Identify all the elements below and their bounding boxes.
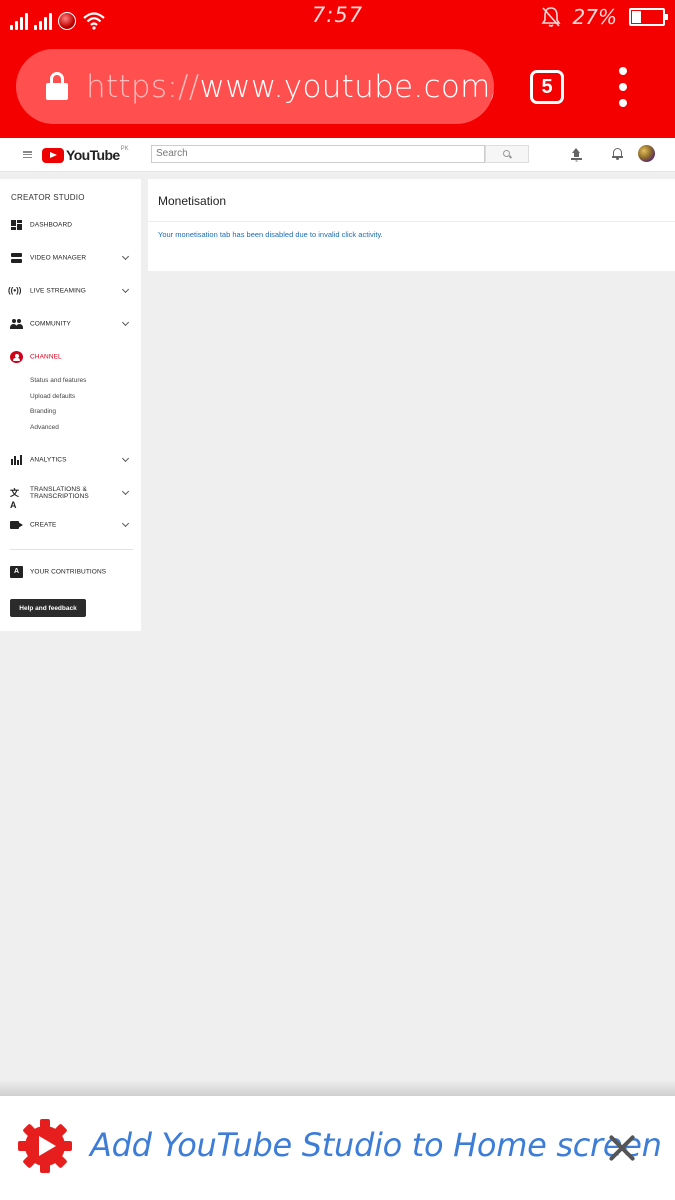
- sidebar-item-live-streaming[interactable]: ((•)) LIVE STREAMING: [0, 281, 141, 301]
- sidebar-item-label: YOUR CONTRIBUTIONS: [30, 568, 107, 576]
- url-host-path: www.youtube.com/acco: [199, 68, 494, 105]
- creator-studio-sidebar: CREATOR STUDIO DASHBOARD VIDEO MANAGER (…: [0, 179, 141, 631]
- account-avatar[interactable]: [638, 145, 655, 162]
- sidebar-item-label: ANALYTICS: [30, 456, 67, 464]
- sidebar-item-label: DASHBOARD: [30, 221, 73, 229]
- chevron-down-icon[interactable]: [121, 252, 130, 261]
- sidebar-item-create[interactable]: CREATE: [0, 515, 141, 535]
- hamburger-menu-icon[interactable]: [23, 151, 32, 158]
- sidebar-item-label: TRANSLATIONS & TRANSCRIPTIONS: [30, 486, 89, 500]
- live-streaming-icon: ((•)): [8, 286, 22, 295]
- monetisation-card: Monetisation Your monetisation tab has b…: [148, 179, 675, 271]
- sidebar-item-community[interactable]: COMMUNITY: [0, 314, 141, 334]
- sidebar-item-your-contributions[interactable]: A YOUR CONTRIBUTIONS: [0, 562, 141, 582]
- search-button[interactable]: [485, 145, 529, 163]
- search-icon: [503, 150, 511, 158]
- help-and-feedback-button[interactable]: Help and feedback: [10, 599, 86, 617]
- status-icons-right: 27%: [541, 5, 668, 29]
- screen: 7:57 27% https://www.youtube.com/acco 5: [0, 0, 675, 1200]
- address-bar[interactable]: https://www.youtube.com/acco: [16, 49, 494, 124]
- lock-icon[interactable]: [46, 71, 68, 102]
- card-divider: [148, 221, 675, 222]
- sidebar-item-label-line1: TRANSLATIONS &: [30, 486, 87, 493]
- url-scheme: https://: [86, 68, 200, 105]
- sidebar-item-label: LIVE STREAMING: [30, 287, 86, 295]
- monetisation-disabled-message: Your monetisation tab has been disabled …: [158, 230, 383, 239]
- sidebar-item-dashboard[interactable]: DASHBOARD: [0, 215, 141, 235]
- more-vert-icon: [619, 67, 627, 75]
- tab-switcher-button[interactable]: 5: [530, 70, 564, 104]
- translate-icon: 文A: [10, 488, 20, 510]
- contributions-icon: A: [10, 566, 23, 578]
- close-icon[interactable]: [608, 1134, 636, 1162]
- sidebar-subitem-branding[interactable]: Branding: [30, 408, 56, 415]
- sidebar-title: CREATOR STUDIO: [11, 193, 85, 202]
- banner-shadow: [0, 1080, 675, 1096]
- dashboard-icon: [10, 219, 23, 231]
- chevron-down-icon[interactable]: [121, 487, 130, 496]
- status-bar: 7:57 27%: [0, 0, 675, 36]
- page-title: Monetisation: [158, 194, 227, 208]
- sidebar-item-video-manager[interactable]: VIDEO MANAGER: [0, 248, 141, 268]
- sidebar-divider: [10, 549, 133, 550]
- create-icon: [10, 519, 23, 531]
- url-text[interactable]: https://www.youtube.com/acco: [86, 69, 494, 105]
- region-code: PK: [120, 146, 129, 152]
- browser-toolbar: 7:57 27% https://www.youtube.com/acco 5: [0, 0, 675, 138]
- sidebar-item-label: CREATE: [30, 521, 57, 529]
- analytics-icon: [10, 454, 23, 466]
- battery-percent: 27%: [572, 5, 617, 29]
- notifications-bell-icon[interactable]: [612, 147, 623, 160]
- sidebar-subitem-advanced[interactable]: Advanced: [30, 424, 59, 431]
- add-to-home-text[interactable]: Add YouTube Studio to Home screen: [90, 1126, 662, 1164]
- sidebar-item-label-line2: TRANSCRIPTIONS: [30, 493, 89, 500]
- sidebar-subitem-upload-defaults[interactable]: Upload defaults: [30, 393, 75, 400]
- battery-icon: [629, 8, 668, 26]
- battery-level: [632, 11, 641, 23]
- chevron-down-icon[interactable]: [121, 454, 130, 463]
- youtube-studio-icon: [18, 1119, 72, 1173]
- add-to-home-banner[interactable]: Add YouTube Studio to Home screen: [0, 1096, 675, 1200]
- search-input[interactable]: Search: [151, 145, 485, 163]
- youtube-logo[interactable]: YouTube PK: [42, 146, 129, 163]
- sidebar-item-channel[interactable]: CHANNEL: [0, 347, 141, 367]
- sidebar-item-label: CHANNEL: [30, 353, 62, 361]
- sidebar-item-label: VIDEO MANAGER: [30, 254, 87, 262]
- sidebar-item-translations[interactable]: 文A TRANSLATIONS & TRANSCRIPTIONS: [0, 483, 141, 510]
- chevron-down-icon[interactable]: [121, 318, 130, 327]
- chevron-down-icon[interactable]: [121, 285, 130, 294]
- sidebar-subitem-status-and-features[interactable]: Status and features: [30, 377, 86, 384]
- youtube-wordmark: YouTube: [66, 147, 120, 163]
- mute-icon: [541, 7, 561, 27]
- video-manager-icon: [10, 252, 23, 264]
- youtube-header: YouTube PK Search: [0, 138, 675, 172]
- sidebar-item-analytics[interactable]: ANALYTICS: [0, 450, 141, 470]
- browser-menu-button[interactable]: [612, 67, 634, 107]
- sidebar-item-label: COMMUNITY: [30, 320, 71, 328]
- channel-icon: [10, 351, 23, 363]
- youtube-play-icon: [42, 147, 64, 163]
- upload-icon[interactable]: [571, 148, 582, 160]
- community-icon: [10, 318, 23, 330]
- chevron-down-icon[interactable]: [121, 519, 130, 528]
